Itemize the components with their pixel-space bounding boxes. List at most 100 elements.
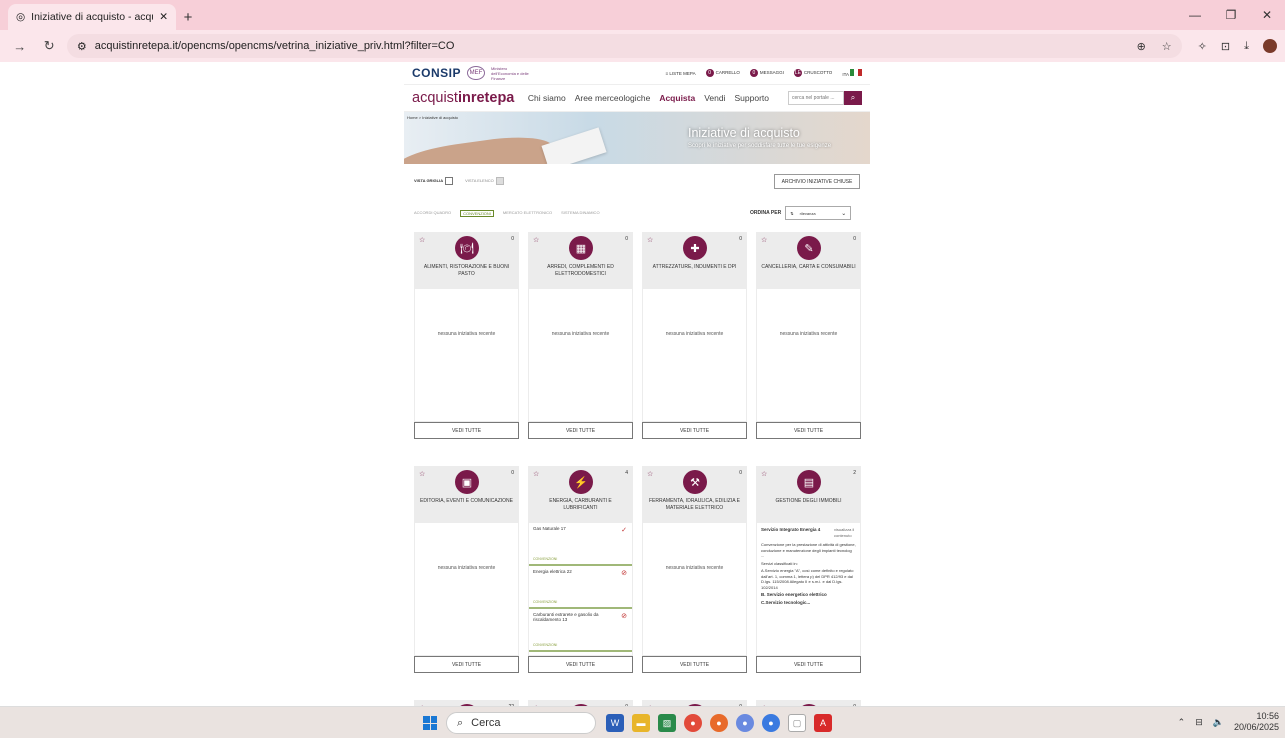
menu-chi-siamo[interactable]: Chi siamo xyxy=(528,93,566,103)
menu-vendi[interactable]: Vendi xyxy=(704,93,725,103)
stationery-icon: ✎ xyxy=(797,236,821,260)
carrello-link[interactable]: 0 CARRELLO xyxy=(705,69,740,77)
menu-supporto[interactable]: Supporto xyxy=(735,93,770,103)
vedi-tutte-button[interactable]: VEDI TUTTE xyxy=(756,422,861,439)
taskbar: ⌕ Cerca W ▬ ▨ ● ● ● ● ▢ A ⌃ ⊟ 🔈 10:56 20… xyxy=(0,706,1285,738)
filter-mercato-elettronico[interactable]: MERCATO ELETTRONICO xyxy=(503,210,552,217)
vedi-tutte-button[interactable]: VEDI TUTTE xyxy=(642,422,747,439)
file-explorer-icon[interactable]: ▬ xyxy=(632,714,650,732)
network-icon[interactable]: ⊟ xyxy=(1195,717,1203,728)
card-title[interactable]: FERRAMENTA, IDRAULICA, EDILIZIA E MATERI… xyxy=(646,498,743,512)
vedi-tutte-button[interactable]: VEDI TUTTE xyxy=(528,656,633,673)
browser-tab[interactable]: ◎ Iniziative di acquisto - acquistin ✕ xyxy=(8,4,176,30)
card-count: 4 xyxy=(625,470,628,476)
back-icon[interactable]: → xyxy=(8,34,31,58)
menu-aree-merceologiche[interactable]: Aree merceologiche xyxy=(575,93,651,103)
close-tab-icon[interactable]: ✕ xyxy=(159,11,168,23)
vedi-tutte-button[interactable]: VEDI TUTTE xyxy=(414,656,519,673)
chrome-alt-icon[interactable]: ● xyxy=(762,714,780,732)
order-select[interactable]: ⇅ rilevanza ⌄ xyxy=(785,206,852,220)
windows-start-icon[interactable] xyxy=(423,716,437,730)
card-title[interactable]: CANCELLERIA, CARTA E CONSUMABILI xyxy=(760,264,857,271)
messaggi-badge: 0 xyxy=(749,69,758,77)
language-selector[interactable]: ITA xyxy=(842,69,862,77)
card-title[interactable]: ALIMENTI, RISTORAZIONE E BUONI PASTO xyxy=(418,264,515,278)
tab-search-icon[interactable]: ⊡ xyxy=(1221,40,1230,53)
address-bar[interactable]: ⚙ acquistinretepa.it/opencms/opencms/vet… xyxy=(66,34,1182,58)
chrome-icon[interactable]: ● xyxy=(684,714,702,732)
card-title[interactable]: ATTREZZATURE, INDUMENTI E DPI xyxy=(646,264,743,271)
notepad-icon[interactable]: ▢ xyxy=(788,714,806,732)
favorite-star-icon[interactable]: ☆ xyxy=(647,236,653,244)
list-item[interactable]: Gas Naturale 17 ✓ CONVENZIONI xyxy=(529,523,632,566)
new-tab-button[interactable]: + xyxy=(176,4,200,30)
profile-avatar[interactable] xyxy=(1262,39,1277,53)
photos-icon[interactable]: ▨ xyxy=(658,714,676,732)
card-title[interactable]: GESTIONE DEGLI IMMOBILI xyxy=(760,498,857,505)
download-icon[interactable]: ⤓ xyxy=(1244,40,1249,53)
search-icon: ⌕ xyxy=(457,716,464,729)
list-item[interactable]: Carburanti extrarete e gasolio da riscal… xyxy=(529,609,632,652)
portal-search-input[interactable] xyxy=(788,91,844,105)
clock[interactable]: 10:56 20/06/2025 xyxy=(1234,711,1279,733)
list-item[interactable]: Energia elettrica 22 ⊘ CONVENZIONI xyxy=(529,566,632,609)
vedi-tutte-button[interactable]: VEDI TUTTE xyxy=(414,422,519,439)
window-close-icon[interactable]: ✕ xyxy=(1249,8,1285,22)
favorite-star-icon[interactable]: ☆ xyxy=(419,470,425,478)
archivio-button[interactable]: ARCHIVIO INIZIATIVE CHIUSE xyxy=(774,174,860,189)
firefox-icon[interactable]: ● xyxy=(710,714,728,732)
hardware-icon: ⚒ xyxy=(683,470,707,494)
favorite-star-icon[interactable]: ☆ xyxy=(647,470,653,478)
maximize-icon[interactable]: ❐ xyxy=(1213,8,1249,22)
site-info-icon[interactable]: ⚙ xyxy=(77,40,87,53)
card-count: 2 xyxy=(853,470,856,476)
taskbar-search[interactable]: ⌕ Cerca xyxy=(446,712,596,734)
favorite-star-icon[interactable]: ☆ xyxy=(533,470,539,478)
vista-elenco-toggle[interactable]: VISTA ELENCO xyxy=(465,177,504,185)
initiative-detail[interactable]: Servizio Integrato Energia 4 visualizza … xyxy=(757,523,860,609)
zoom-icon[interactable]: ⊕ xyxy=(1137,40,1146,53)
consip-logo[interactable]: CONSIP xyxy=(412,66,461,80)
card-title[interactable]: ENERGIA, CARBURANTI E LUBRIFICANTI xyxy=(532,498,629,512)
minimize-icon[interactable]: — xyxy=(1177,8,1213,22)
card-title[interactable]: EDITORIA, EVENTI E COMUNICAZIONE xyxy=(418,498,515,505)
acrobat-icon[interactable]: A xyxy=(814,714,832,732)
word-icon[interactable]: W xyxy=(606,714,624,732)
card-count: 0 xyxy=(739,470,742,476)
liste-mepa-link[interactable]: ≡ LISTE MEPA xyxy=(666,71,696,76)
hero-hand-image xyxy=(404,131,557,164)
volume-icon[interactable]: 🔈 xyxy=(1213,717,1224,728)
acquistinretepa-logo[interactable]: acquistinretepa xyxy=(412,90,514,106)
system-tray: ⌃ ⊟ 🔈 10:56 20/06/2025 xyxy=(1178,711,1279,733)
bookmark-star-icon[interactable]: ☆ xyxy=(1162,40,1172,53)
category-card: ☆ 0 ✚ ATTREZZATURE, INDUMENTI E DPI nessuna… xyxy=(642,232,747,440)
filter-sistema-dinamico[interactable]: SISTEMA DINAMICO xyxy=(561,210,599,217)
extension-icon[interactable]: ✧ xyxy=(1198,40,1207,53)
empty-message: nessuna iniziativa recente xyxy=(779,331,838,337)
vista-griglia-toggle[interactable]: VISTA GRIGLIA xyxy=(414,177,454,185)
chevron-up-icon[interactable]: ⌃ xyxy=(1178,717,1186,728)
energy-icon: ⚡ xyxy=(569,470,593,494)
search-icon[interactable]: ⌕ xyxy=(844,91,862,105)
vedi-tutte-button[interactable]: VEDI TUTTE xyxy=(756,656,861,673)
mef-logo[interactable]: MEF xyxy=(467,66,486,80)
card-count: 0 xyxy=(511,236,514,242)
cruscotto-link[interactable]: LE CRUSCOTTO xyxy=(793,69,832,77)
breadcrumb[interactable]: Home > Iniziative di acquisto xyxy=(407,115,458,120)
favorite-star-icon[interactable]: ☆ xyxy=(419,236,425,244)
favorite-star-icon[interactable]: ☆ xyxy=(533,236,539,244)
page-title: Iniziative di acquisto xyxy=(688,126,800,140)
filter-convenzioni[interactable]: CONVENZIONI xyxy=(460,210,494,217)
menu-acquista[interactable]: Acquista xyxy=(659,93,695,103)
chrome-profile-icon[interactable]: ● xyxy=(736,714,754,732)
messaggi-link[interactable]: 0 MESSAGGI xyxy=(749,69,784,77)
favorite-star-icon[interactable]: ☆ xyxy=(761,236,767,244)
reload-icon[interactable]: ↻ xyxy=(37,34,60,58)
broken-image: visualizza il contenuto xyxy=(834,527,855,538)
favorite-star-icon[interactable]: ☆ xyxy=(761,470,767,478)
vedi-tutte-button[interactable]: VEDI TUTTE xyxy=(642,656,747,673)
category-card: ☆ 0 🍽 ALIMENTI, RISTORAZIONE E BUONI PASTO … xyxy=(414,232,519,440)
filter-accordi-quadro[interactable]: ACCORDI QUADRO xyxy=(414,210,451,217)
vedi-tutte-button[interactable]: VEDI TUTTE xyxy=(528,422,633,439)
card-title[interactable]: ARREDI, COMPLEMENTI ED ELETTRODOMESTICI xyxy=(532,264,629,278)
